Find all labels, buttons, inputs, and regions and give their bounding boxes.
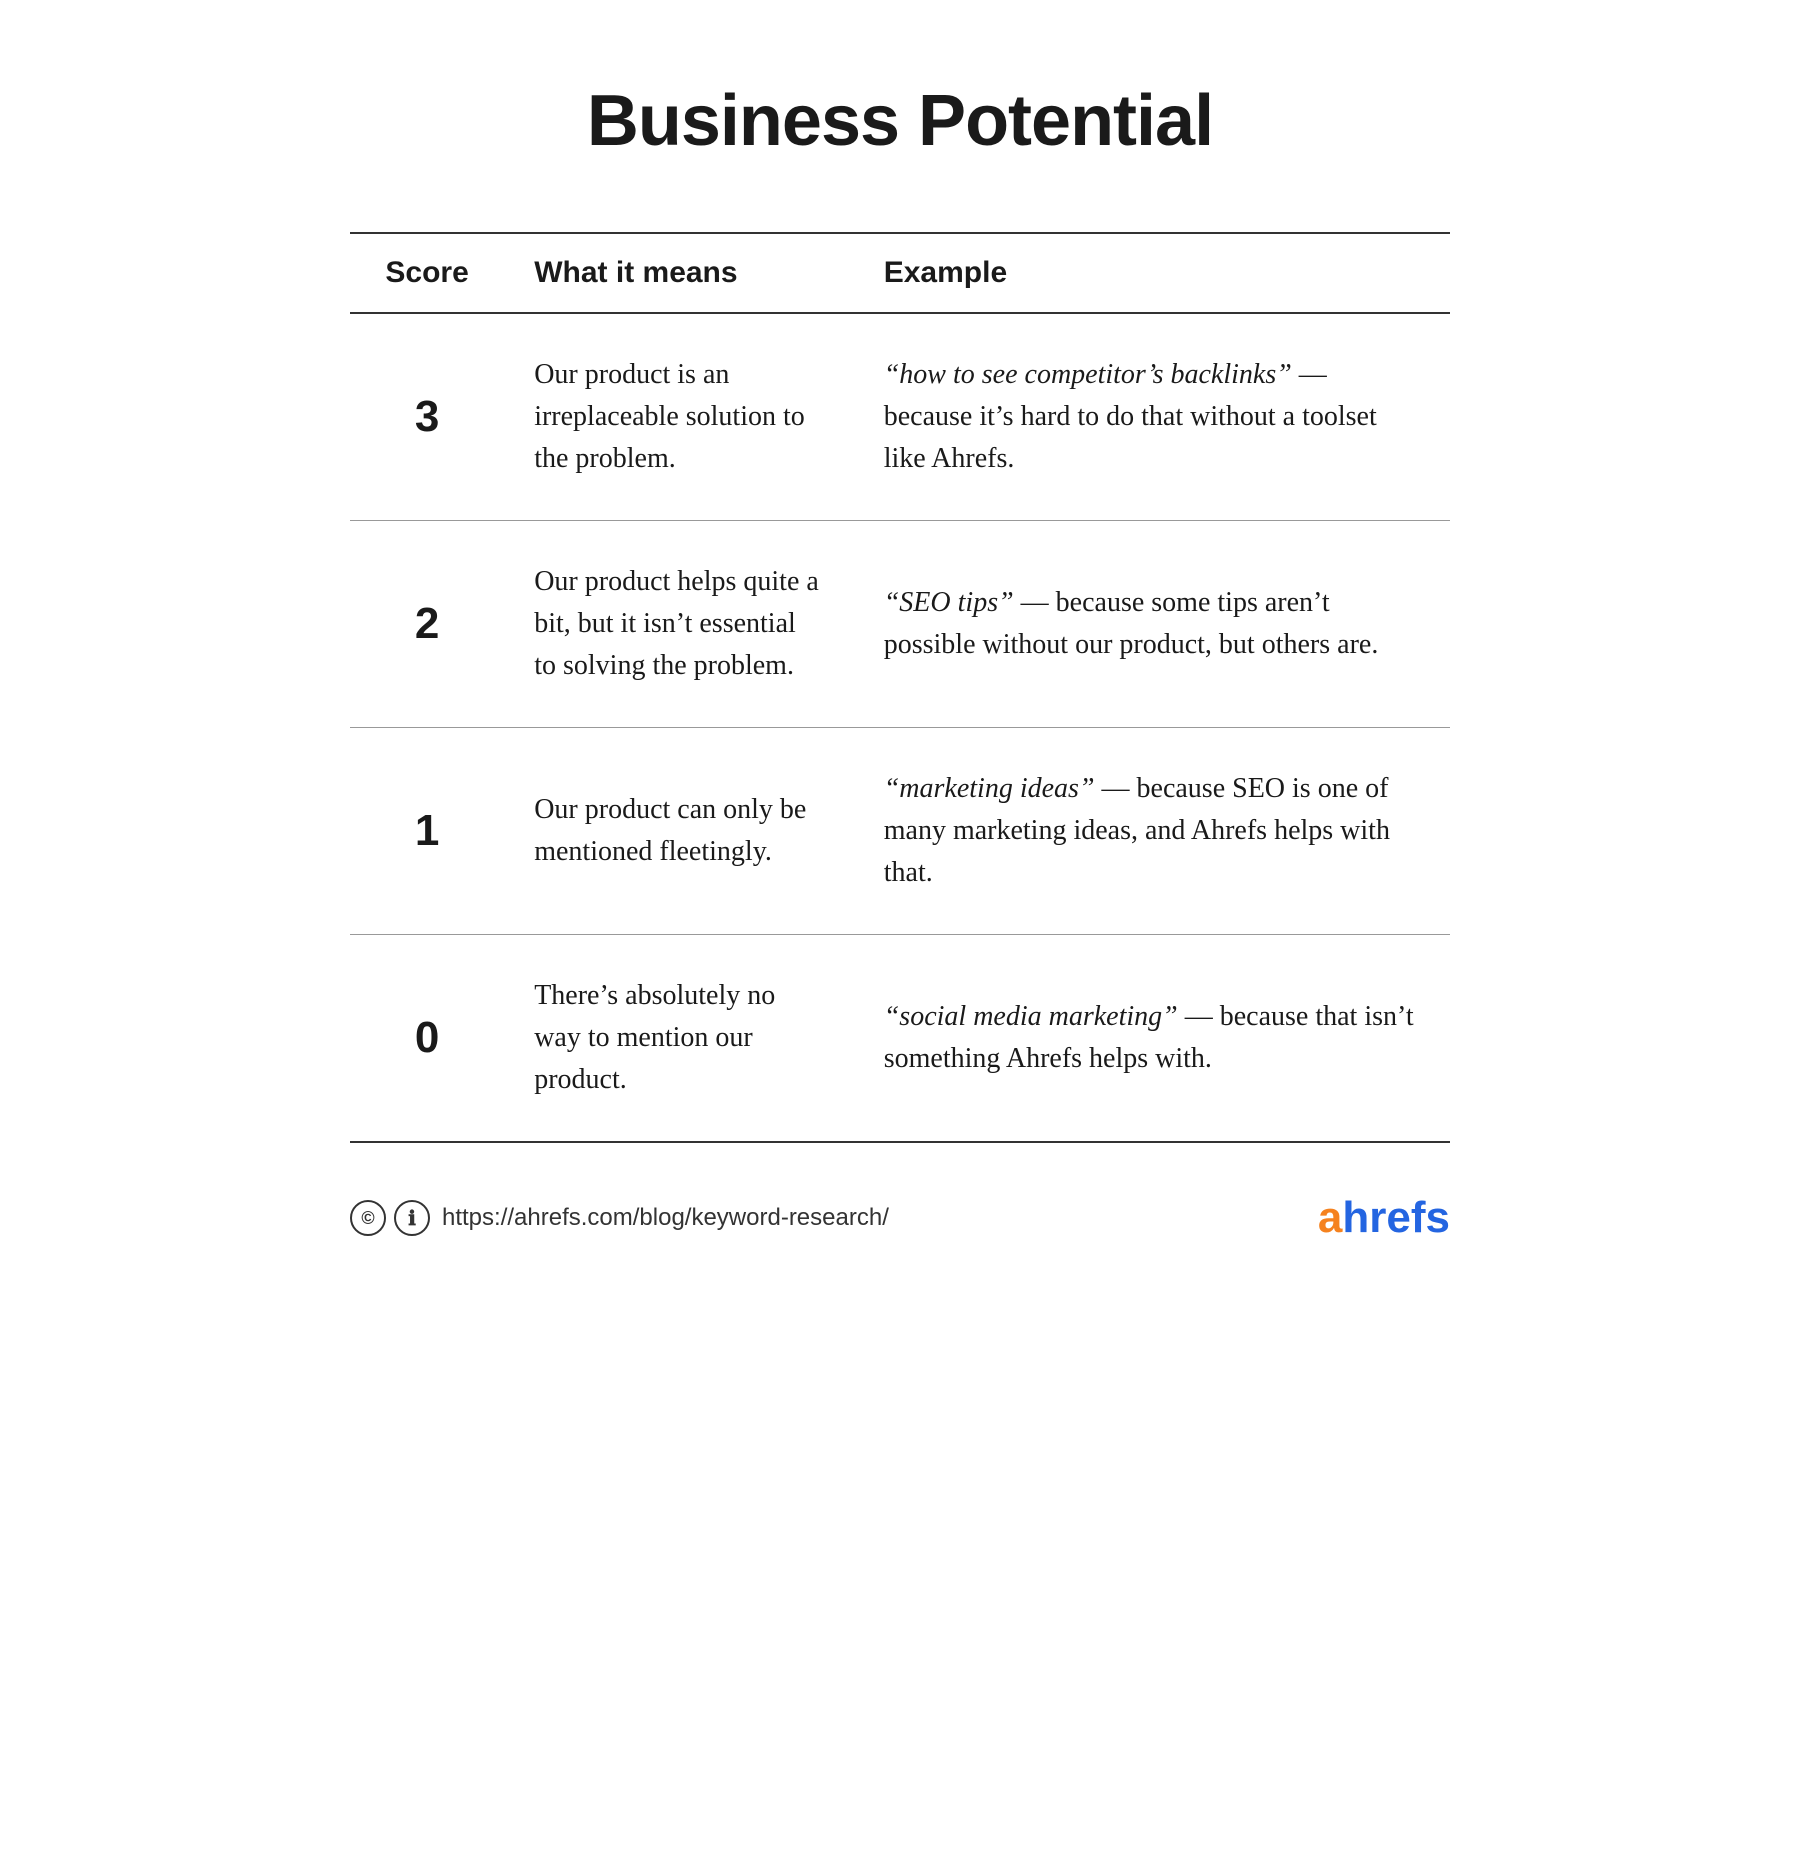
meaning-cell: Our product is an irreplaceable solution… [504, 313, 854, 521]
meaning-cell: Our product helps quite a bit, but it is… [504, 521, 854, 728]
col-header-meaning: What it means [504, 233, 854, 313]
example-italic: “SEO tips” [884, 587, 1014, 618]
meaning-cell: There’s absolutely no way to mention our… [504, 935, 854, 1143]
col-header-score: Score [350, 233, 504, 313]
example-italic: “how to see competitor’s backlinks” [884, 359, 1292, 390]
example-cell: “how to see competitor’s backlinks” — be… [854, 313, 1450, 521]
footer-icons: © ℹ [350, 1200, 430, 1236]
footer-left: © ℹ https://ahrefs.com/blog/keyword-rese… [350, 1200, 889, 1236]
score-cell: 1 [350, 728, 504, 935]
ahrefs-logo: ahrefs [1318, 1193, 1450, 1243]
creative-commons-icon: © [350, 1200, 386, 1236]
example-italic: “social media marketing” [884, 1001, 1178, 1032]
table-row: 1 Our product can only be mentioned flee… [350, 728, 1450, 935]
table-row: 0 There’s absolutely no way to mention o… [350, 935, 1450, 1143]
info-icon: ℹ [394, 1200, 430, 1236]
table-row: 2 Our product helps quite a bit, but it … [350, 521, 1450, 728]
business-potential-table: Score What it means Example 3 Our produc… [350, 232, 1450, 1143]
example-italic: “marketing ideas” [884, 773, 1095, 804]
table-header-row: Score What it means Example [350, 233, 1450, 313]
score-cell: 2 [350, 521, 504, 728]
ahrefs-logo-a: a [1318, 1193, 1342, 1242]
footer-url: https://ahrefs.com/blog/keyword-research… [442, 1204, 889, 1232]
example-cell: “social media marketing” — because that … [854, 935, 1450, 1143]
score-cell: 0 [350, 935, 504, 1143]
score-cell: 3 [350, 313, 504, 521]
table-row: 3 Our product is an irreplaceable soluti… [350, 313, 1450, 521]
ahrefs-logo-rest: hrefs [1342, 1193, 1450, 1242]
example-cell: “SEO tips” — because some tips aren’t po… [854, 521, 1450, 728]
col-header-example: Example [854, 233, 1450, 313]
footer: © ℹ https://ahrefs.com/blog/keyword-rese… [350, 1193, 1450, 1243]
meaning-cell: Our product can only be mentioned fleeti… [504, 728, 854, 935]
page-title: Business Potential [587, 80, 1213, 162]
example-cell: “marketing ideas” — because SEO is one o… [854, 728, 1450, 935]
